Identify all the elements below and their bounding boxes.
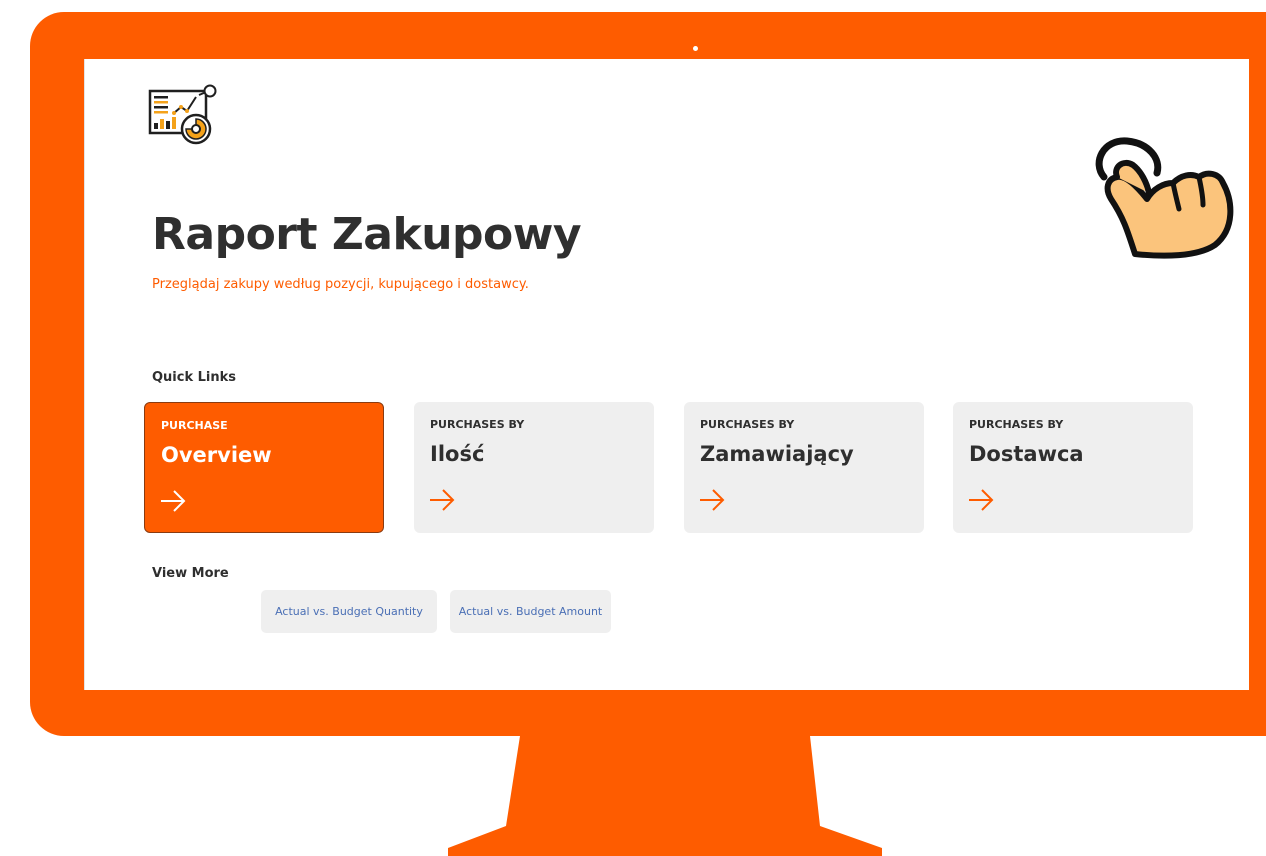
page-subtitle: Przeglądaj zakupy według pozycji, kupują… bbox=[152, 277, 529, 292]
view-more-heading: View More bbox=[152, 566, 229, 581]
page-title: Raport Zakupowy bbox=[152, 209, 582, 260]
card-kicker: PURCHASES BY bbox=[430, 418, 525, 431]
report-screen: Raport Zakupowy Przeglądaj zakupy według… bbox=[84, 59, 1249, 690]
arrow-right-icon bbox=[161, 490, 186, 512]
monitor-stand bbox=[448, 736, 882, 856]
card-title: Dostawca bbox=[969, 442, 1084, 466]
report-analytics-icon bbox=[148, 84, 217, 145]
arrow-right-icon bbox=[430, 489, 455, 511]
card-title: Zamawiający bbox=[700, 442, 854, 466]
arrow-right-icon bbox=[969, 489, 994, 511]
quick-links-heading: Quick Links bbox=[152, 370, 237, 385]
card-kicker: PURCHASES BY bbox=[700, 418, 795, 431]
card-purchases-by-zamawiajacy[interactable]: PURCHASES BY Zamawiający bbox=[684, 402, 924, 533]
actual-vs-budget-amount-button[interactable]: Actual vs. Budget Amount bbox=[450, 590, 611, 633]
card-kicker: PURCHASES BY bbox=[969, 418, 1064, 431]
card-purchase-overview[interactable]: PURCHASE Overview bbox=[144, 402, 384, 533]
card-kicker: PURCHASE bbox=[161, 419, 228, 432]
actual-vs-budget-quantity-button[interactable]: Actual vs. Budget Quantity bbox=[261, 590, 437, 633]
card-title: Ilość bbox=[430, 442, 485, 466]
card-purchases-by-ilosc[interactable]: PURCHASES BY Ilość bbox=[414, 402, 654, 533]
card-title: Overview bbox=[161, 443, 272, 467]
arrow-right-icon bbox=[700, 489, 725, 511]
tap-hand-icon bbox=[1095, 137, 1234, 259]
card-purchases-by-dostawca[interactable]: PURCHASES BY Dostawca bbox=[953, 402, 1193, 533]
camera-dot bbox=[693, 46, 698, 51]
